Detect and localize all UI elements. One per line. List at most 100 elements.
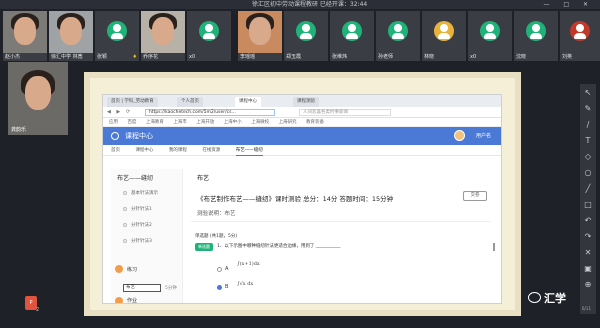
participant-name: 沈晓 [516, 54, 527, 60]
browser-tab[interactable]: 课程测验 [293, 97, 319, 107]
question-text: 1、以下示图中哪种缝纫针法更适合边缘，用到了 ___________ [217, 244, 341, 249]
sidebar-homework[interactable]: 作业 [127, 297, 137, 303]
highlighter-icon[interactable]: ∕ [583, 120, 593, 130]
minimize-button[interactable]: — [543, 1, 555, 8]
participant-name: 刘英 [562, 54, 573, 60]
participant-name: 徐汇中学 林宽 [51, 54, 83, 60]
rectangle-icon[interactable]: □ [583, 200, 593, 210]
user-name[interactable]: 用户名 [476, 132, 491, 139]
nav-arrows-icon[interactable]: ◀ ▶ ⟳ [107, 109, 132, 115]
participant-name: 赵小杰 [5, 54, 21, 60]
participant-tile[interactable]: 沈晓 [514, 11, 558, 61]
participant-tile[interactable]: 林晓 [422, 11, 466, 61]
user-avatar-icon [526, 21, 546, 41]
content-heading: 布艺 [197, 175, 210, 182]
participant-tile[interactable]: 刘英 [560, 11, 600, 61]
divider [191, 221, 491, 222]
url-input[interactable]: https://kaochetech.com/5m2/user/cs... [145, 109, 275, 116]
submit-button[interactable]: 交卷 [463, 191, 487, 201]
participant-face [60, 17, 82, 45]
nav-item-resources[interactable]: 在线资源 [202, 148, 220, 153]
participant-tile[interactable]: 张颖 ♦ [95, 11, 139, 61]
quiz-content: 布艺 《布艺制作布艺——缝纫》课时测验 总分：14分 答题时间：15分钟 交卷 … [191, 169, 497, 303]
participant-tile[interactable]: x0 [468, 11, 512, 61]
sidebar-lesson[interactable]: 分针针法1 [131, 206, 152, 212]
participant-tile[interactable]: 张维炜 [330, 11, 374, 61]
window-controls[interactable]: — □ ✕ [543, 0, 594, 9]
bookmark-item[interactable]: 应用 [109, 120, 118, 125]
user-avatar[interactable] [454, 130, 465, 141]
participant-name: 郑玉霞 [286, 54, 302, 60]
presenter-video[interactable]: 龚韵乐 [8, 62, 68, 135]
participant-tile[interactable]: 乔序花 [141, 11, 185, 61]
participant-tile[interactable]: 赵小杰 [3, 11, 47, 61]
user-avatar-icon [570, 21, 590, 41]
homework-icon [115, 297, 123, 303]
practice-icon [115, 265, 123, 273]
meeting-window: 徐汇区初中劳动课程教研 已经开课：32:44 — □ ✕ 赵小杰 徐汇中学 林宽… [0, 0, 600, 328]
sidebar-lesson[interactable]: 分针针法2 [131, 222, 152, 228]
bookmark-item[interactable]: 上海教育 [146, 120, 164, 125]
bookmark-item[interactable]: 教育装备 [306, 120, 324, 125]
annotation-toolbar: ↖ ✎ ∕ T ◇ ○ ╱ □ ↶ ↷ ✕ ▣ ⊕ 6/11 [580, 84, 596, 314]
shape-icon[interactable]: ○ [583, 168, 593, 178]
browser-tabs: 首页 | 学科_劳动教育 个人首页 课程中心 课程测验 [103, 95, 501, 107]
lesson-dot-icon [123, 191, 127, 195]
close-button[interactable]: ✕ [583, 1, 594, 8]
participant-tile[interactable]: 徐汇中学 林宽 [49, 11, 93, 61]
lesson-dot-icon [123, 223, 127, 227]
bookmark-item[interactable]: 上海开放 [196, 120, 214, 125]
user-avatar-icon [480, 21, 500, 41]
participant-tile[interactable]: x0 [187, 11, 231, 61]
participant-name: 李瑶瑶 [240, 54, 256, 60]
presenter-name: 龚韵乐 [11, 127, 27, 133]
option-a-letter: A [225, 266, 229, 272]
eraser-icon[interactable]: ◇ [583, 152, 593, 162]
participant-video [49, 11, 93, 53]
user-avatar-icon [107, 21, 127, 41]
nav-item-current[interactable]: 布艺——缝纫 [235, 148, 263, 156]
redo-icon[interactable]: ↷ [583, 232, 593, 242]
participant-tile[interactable]: 郑玉霞 [284, 11, 328, 61]
sidebar-answer-input[interactable]: 布艺 [123, 284, 161, 292]
bookmark-item[interactable]: 上海研究 [279, 120, 297, 125]
option-b-formula: ∫√x dx [237, 281, 254, 287]
nav-item-my-courses[interactable]: 我的课程 [169, 148, 187, 153]
nav-item-home[interactable]: 首页 [111, 148, 120, 153]
participant-name: x0 [189, 54, 196, 60]
bookmark-item[interactable]: 上海中小 [224, 120, 242, 125]
scrollbar[interactable] [493, 243, 495, 251]
participant-tile[interactable]: 李瑶瑶 [238, 11, 282, 61]
bookmarks-bar: 应用 百度 上海教育 上海市 上海开放 上海中小 上海微校 上海研究 教育装备 [103, 118, 501, 127]
sidebar-section-title: 布艺——缝纫 [117, 175, 154, 182]
sidebar-lesson[interactable]: 分针针法3 [131, 238, 152, 244]
pen-icon[interactable]: ✎ [583, 104, 593, 114]
app-nav: 首页 课程中心 我的课程 在线资源 布艺——缝纫 [103, 145, 501, 156]
quiz-description: 测验说明：布艺 [197, 211, 236, 217]
line-icon[interactable]: ╱ [583, 184, 593, 194]
option-a-radio[interactable] [217, 267, 222, 272]
browser-tab-active[interactable]: 课程中心 [235, 97, 261, 107]
undo-icon[interactable]: ↶ [583, 216, 593, 226]
zoom-icon[interactable]: ⊕ [583, 280, 593, 290]
bookmark-item[interactable]: 百度 [127, 120, 136, 125]
text-icon[interactable]: T [583, 136, 593, 146]
delete-icon[interactable]: ✕ [583, 248, 593, 258]
participant-tile[interactable]: 孙老师 [376, 11, 420, 61]
image-icon[interactable]: ▣ [583, 264, 593, 274]
sidebar-lesson[interactable]: 基本针法演示 [131, 190, 158, 196]
nav-item-course-center[interactable]: 课程中心 [135, 148, 153, 153]
browser-tab[interactable]: 首页 | 学科_劳动教育 [107, 97, 158, 107]
pointer-icon[interactable]: ↖ [583, 88, 593, 98]
bookmark-item[interactable]: 上海微校 [251, 120, 269, 125]
address-bar-row: ◀ ▶ ⟳ https://kaochetech.com/5m2/user/cs… [103, 107, 501, 118]
browser-search-input[interactable]: 人间悲喜各类时事新闻 [299, 109, 391, 116]
user-avatar-icon [434, 21, 454, 41]
option-b-radio[interactable] [217, 285, 222, 290]
sidebar-practice[interactable]: 练习 [127, 266, 137, 273]
participant-name: 乔序花 [143, 54, 159, 60]
presenter-face [25, 76, 51, 110]
maximize-button[interactable]: □ [563, 1, 575, 8]
browser-tab[interactable]: 个人首页 [177, 97, 203, 107]
bookmark-item[interactable]: 上海市 [173, 120, 187, 125]
